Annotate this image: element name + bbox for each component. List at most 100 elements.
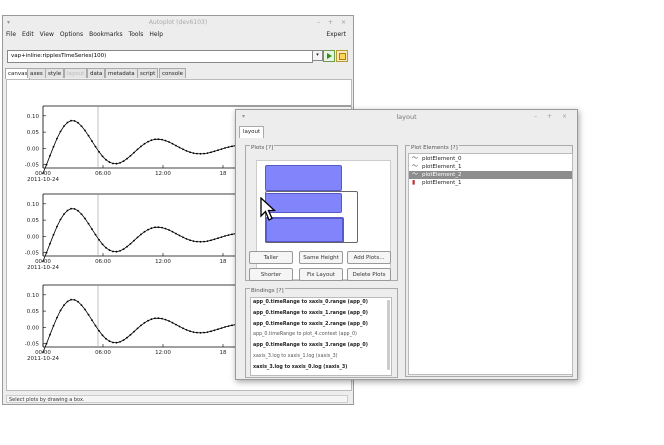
plot-element-item[interactable]: 〜 plotElement_1 — [409, 163, 572, 171]
y-tick-label: 0.05 — [27, 218, 40, 224]
expert-menu[interactable]: Expert — [326, 29, 346, 40]
y-tick-label: 0.10 — [27, 114, 40, 120]
series-point — [199, 240, 202, 243]
main-window-controls[interactable]: – + × — [317, 16, 349, 29]
series-point — [66, 121, 69, 124]
bookmarks-button[interactable] — [336, 50, 348, 62]
taller-button[interactable]: Taller — [249, 251, 293, 264]
tab-metadata[interactable]: metadata — [105, 68, 138, 78]
binding-item[interactable]: xaxis_3.log to xaxis_0.log (xaxis_3) — [251, 363, 391, 374]
tab-script[interactable]: script — [137, 68, 159, 78]
series-point — [59, 309, 62, 312]
preview-plot-context[interactable] — [265, 191, 358, 243]
series-point — [210, 239, 212, 242]
series-point — [192, 331, 195, 333]
binding-item[interactable]: xaxis_3.log to xaxis_1.log (xaxis_3) — [251, 352, 391, 363]
window-menu-icon[interactable]: ▾ — [7, 16, 10, 29]
series-point — [105, 246, 107, 249]
series-point — [147, 228, 149, 231]
binding-item[interactable]: app_0.timeRange to xaxis_2.range (app_0) — [251, 320, 391, 331]
series-point — [101, 155, 104, 158]
series-point — [150, 139, 153, 142]
series-point — [63, 125, 65, 127]
bindings-scrollbar[interactable] — [387, 300, 390, 370]
delete-plots-button[interactable]: Delete Plots — [347, 268, 391, 281]
layout-window-controls[interactable]: – + × — [534, 110, 571, 124]
series-point — [196, 152, 198, 155]
plot-element-item[interactable]: ▮ plotElement_1 — [409, 179, 572, 187]
series-point — [112, 250, 114, 253]
layout-window-menu-icon[interactable]: ▾ — [242, 110, 245, 124]
tab-axes[interactable]: axes — [27, 68, 46, 78]
fix-layout-button[interactable]: Fix Layout — [299, 268, 343, 281]
menu-edit[interactable]: Edit — [22, 31, 34, 38]
menu-options[interactable]: Options — [60, 31, 83, 38]
go-button[interactable] — [323, 50, 335, 62]
binding-item[interactable]: app_0.timeRange to xaxis_0.range (app_0) — [251, 298, 391, 309]
play-icon — [327, 53, 332, 59]
binding-item[interactable]: app_0.timeRange to plot_4.context (app_0… — [251, 330, 391, 341]
series-point — [185, 150, 188, 152]
series-point — [143, 321, 146, 324]
menu-file[interactable]: File — [6, 31, 16, 38]
series-point — [63, 213, 65, 216]
series-point — [42, 260, 44, 262]
series-point — [231, 145, 233, 148]
series-point — [161, 226, 163, 229]
menu-help[interactable]: Help — [149, 31, 163, 38]
series-point — [213, 238, 216, 241]
url-dropdown-button[interactable]: ▾ — [312, 50, 323, 61]
series-point — [185, 238, 188, 240]
spectrogram-icon: ▮ — [412, 179, 416, 186]
y-tick-label: -0.05 — [25, 342, 40, 348]
series-point — [73, 120, 76, 122]
x-tick-label: 12:00 — [155, 171, 171, 177]
tab-data[interactable]: data — [87, 68, 106, 78]
preview-plot-0[interactable] — [265, 165, 342, 191]
series-point — [73, 208, 76, 210]
series-point — [189, 151, 191, 154]
binding-item[interactable]: app_0.timeRange to xaxis_1.range (app_0) — [251, 309, 391, 320]
layout-titlebar[interactable]: ▾ layout – + × — [236, 110, 577, 124]
series-point — [80, 304, 83, 306]
series-point — [101, 334, 104, 337]
add-plots-button[interactable]: Add Plots... — [347, 251, 391, 264]
plot-element-label: plotElement_1 — [422, 180, 462, 186]
series-point — [49, 154, 51, 157]
main-titlebar[interactable]: ▾ Autoplot (dev6103) – + × — [3, 16, 353, 29]
plot-element-item[interactable]: 〜 plotElement_0 — [409, 155, 572, 163]
menu-view[interactable]: View — [40, 31, 54, 38]
series-point — [66, 209, 69, 212]
tab-layout-panel[interactable]: layout — [239, 126, 265, 138]
series-point — [70, 298, 72, 301]
tab-console[interactable]: console — [159, 68, 187, 78]
same-height-button[interactable]: Same Height — [299, 251, 343, 264]
series-point — [150, 318, 153, 321]
series-line-icon: 〜 — [412, 155, 419, 162]
series-point — [66, 300, 69, 303]
plot-elements-list[interactable]: 〜 plotElement_0 〜 plotElement_1 〜 plotEleme… — [408, 153, 573, 375]
bindings-panel-label: Bindings [?] — [250, 288, 285, 295]
y-tick-label: 0.05 — [27, 309, 40, 315]
menu-tools[interactable]: Tools — [129, 31, 144, 38]
y-tick-label: 0.10 — [27, 293, 40, 299]
tab-style[interactable]: style — [45, 68, 65, 78]
plot-element-item-selected[interactable]: 〜 plotElement_2 — [409, 171, 572, 179]
y-tick-label: 0.00 — [27, 234, 40, 240]
series-point — [115, 250, 118, 253]
series-point — [143, 230, 146, 233]
series-point — [59, 130, 62, 133]
menu-bookmarks[interactable]: Bookmarks — [89, 31, 123, 38]
series-point — [224, 326, 226, 328]
binding-item[interactable]: app_0.timeRange to xaxis_3.range (app_0) — [251, 341, 391, 352]
bindings-list[interactable]: app_0.timeRange to xaxis_0.range (app_0)… — [250, 297, 392, 376]
tab-layout[interactable]: layout — [64, 68, 88, 78]
data-source-input[interactable] — [7, 50, 313, 63]
series-point — [206, 240, 209, 243]
series-point — [164, 139, 167, 142]
series-point — [224, 235, 226, 237]
series-point — [199, 331, 202, 334]
series-point — [136, 148, 139, 151]
series-point — [91, 140, 93, 143]
shorter-button[interactable]: Shorter — [249, 268, 293, 281]
